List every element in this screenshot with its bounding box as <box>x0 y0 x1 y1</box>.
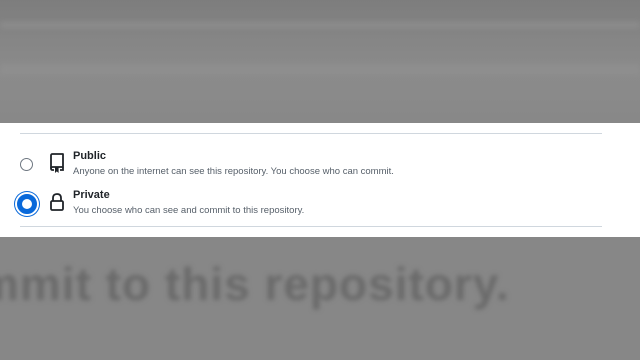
repo-icon <box>48 153 66 173</box>
private-description: You choose who can see and commit to thi… <box>73 205 305 216</box>
public-radio[interactable] <box>20 158 33 171</box>
blurred-divider <box>0 64 640 74</box>
blurred-divider <box>0 22 640 28</box>
divider-top <box>20 133 602 134</box>
screenshot-page: Public Anyone on the internet can see th… <box>0 0 640 360</box>
public-title: Public <box>73 150 107 162</box>
visibility-panel: Public Anyone on the internet can see th… <box>0 123 640 237</box>
blurred-background-text: mmit to this repository. <box>0 258 510 310</box>
public-description: Anyone on the internet can see this repo… <box>73 166 394 177</box>
visibility-option-private[interactable]: Private You choose who can see and commi… <box>0 189 640 225</box>
blurred-background-top <box>0 0 640 123</box>
visibility-option-public[interactable]: Public Anyone on the internet can see th… <box>0 150 640 186</box>
private-radio[interactable] <box>17 194 37 214</box>
divider-bottom <box>20 226 602 227</box>
blurred-background-bottom: mmit to this repository. <box>0 237 640 360</box>
private-title: Private <box>73 189 110 201</box>
lock-icon <box>48 192 66 212</box>
